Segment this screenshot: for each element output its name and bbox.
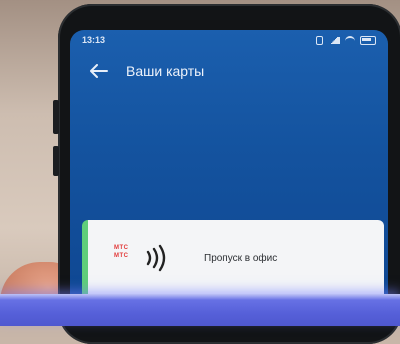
status-time: 13:13: [82, 35, 106, 45]
page-title: Ваши карты: [126, 63, 205, 79]
phone-volume-button: [53, 100, 59, 134]
signal-icon: [328, 36, 340, 44]
bottom-overlay-bar: [0, 294, 400, 326]
app-bar: Ваши карты: [70, 56, 388, 86]
battery-icon: [360, 35, 376, 45]
status-bar: 13:13: [70, 30, 388, 50]
bluetooth-icon: [316, 35, 323, 45]
card-label: Пропуск в офис: [204, 253, 278, 264]
phone-screen: 13:13 Ваши карты МТС МТС Пропуск в офис: [70, 30, 388, 326]
nfc-contactless-icon: [146, 244, 166, 272]
mts-logo-line-1: МТС: [114, 245, 129, 251]
wifi-icon: [345, 35, 355, 45]
phone-power-button: [53, 146, 59, 176]
status-icons: [316, 35, 376, 45]
mts-logo: МТС МТС: [114, 244, 134, 260]
arrow-left-icon[interactable]: [84, 56, 114, 86]
mts-logo-line-2: МТС: [114, 253, 129, 259]
